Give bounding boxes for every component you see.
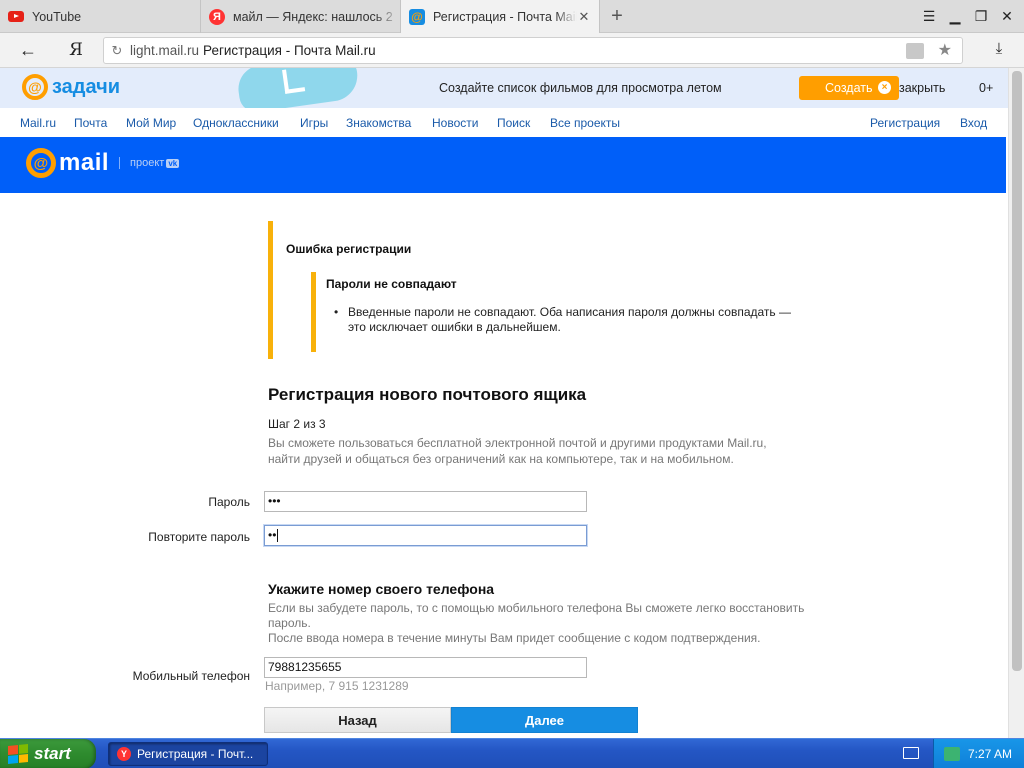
refresh-icon[interactable]: ↻	[104, 43, 130, 59]
start-label: start	[34, 744, 71, 763]
phone-label: Мобильный телефон	[132, 669, 250, 683]
url-domain: light.mail.ru	[130, 43, 200, 58]
promo-create-button[interactable]: Создать ×	[799, 76, 899, 100]
portal-login-link[interactable]: Вход	[960, 116, 987, 130]
promo-close-link[interactable]: закрыть	[899, 81, 945, 95]
repeat-password-field[interactable]: ••	[264, 525, 587, 546]
phone-field[interactable]: 79881235655	[264, 657, 587, 678]
taskbar-window-item[interactable]: Y Регистрация - Почт...	[108, 742, 268, 766]
form-description: Вы сможете пользоваться бесплатной элект…	[268, 436, 767, 466]
portal-link-all-projects[interactable]: Все проекты	[550, 116, 620, 130]
tab-youtube[interactable]: YouTube	[0, 0, 200, 33]
close-window-icon[interactable]: ✕	[996, 5, 1018, 27]
error-box: Ошибка регистрации Пароли не совпадают В…	[268, 221, 828, 359]
tab-registration[interactable]: @ Регистрация - Почта Mail ✕	[400, 0, 600, 33]
portal-link-mailru[interactable]: Mail.ru	[20, 116, 56, 130]
windows-flag-icon	[8, 743, 28, 765]
promo-create-label: Создать	[825, 81, 873, 95]
error-detail-box: Пароли не совпадают Введенные пароли не …	[311, 272, 821, 352]
mail-logo[interactable]: @ mail проект vk	[26, 148, 180, 178]
taskbar-window-label: Регистрация - Почт...	[137, 747, 254, 761]
mail-icon: @	[409, 8, 425, 25]
portal-link-odnoklassniki[interactable]: Одноклассники	[193, 116, 279, 130]
phone-hint: Например, 7 915 1231289	[265, 679, 409, 693]
vk-icon: vk	[166, 158, 180, 168]
portal-link-news[interactable]: Новости	[432, 116, 478, 130]
bookmark-star-icon[interactable]: ★	[938, 40, 952, 60]
close-tab-icon[interactable]: ✕	[577, 9, 591, 25]
system-tray: 7:27 AM	[933, 739, 1024, 768]
portal-link-dating[interactable]: Знакомства	[346, 116, 411, 130]
zadachi-logo-text: задачи	[52, 75, 121, 98]
mail-header: @ mail проект vk	[0, 137, 1006, 193]
yandex-browser-icon: Y	[117, 747, 131, 761]
network-icon[interactable]	[944, 747, 960, 761]
at-logo-icon: @	[26, 148, 56, 178]
zadachi-logo[interactable]: @ задачи	[22, 74, 120, 100]
phone-description: Если вы забудете пароль, то с помощью мо…	[268, 601, 808, 646]
scroll-thumb[interactable]	[1012, 71, 1022, 671]
phone-section-title: Укажите номер своего телефона	[268, 581, 495, 597]
promo-text: Создайте список фильмов для просмотра ле…	[439, 81, 722, 95]
new-tab-button[interactable]: +	[606, 4, 628, 28]
address-bar[interactable]: ↻ light.mail.ru Регистрация - Почта Mail…	[103, 37, 963, 64]
tab-title: майл — Яндекс: нашлось 2	[233, 9, 393, 24]
portal-link-search[interactable]: Поиск	[497, 116, 530, 130]
youtube-icon	[8, 9, 24, 25]
download-icon[interactable]: ⤓	[988, 40, 1010, 62]
portal-register-link[interactable]: Регистрация	[870, 116, 940, 130]
url-page-title: Регистрация - Почта Mail.ru	[203, 43, 376, 58]
logo-divider	[119, 157, 121, 169]
portal-link-moy-mir[interactable]: Мой Мир	[126, 116, 176, 130]
start-button[interactable]: start	[0, 739, 96, 768]
close-circle-icon[interactable]: ×	[878, 81, 891, 94]
tab-title: YouTube	[32, 9, 82, 24]
password-field[interactable]: •••	[264, 491, 587, 512]
yandex-icon: Я	[209, 8, 225, 25]
form-title: Регистрация нового почтового ящика	[268, 385, 587, 404]
keyboard-icon[interactable]	[903, 747, 919, 759]
error-message: Введенные пароли не совпадают. Оба напис…	[334, 305, 808, 335]
browser-tab-strip: YouTube Я майл — Яндекс: нашлось 2 @ Рег…	[0, 0, 1024, 33]
age-rating: 0+	[979, 81, 994, 95]
restore-icon[interactable]: ❐	[970, 5, 992, 27]
address-toolbar: ← Я ↻ light.mail.ru Регистрация - Почта …	[0, 33, 1024, 68]
password-label: Пароль	[208, 495, 250, 509]
portal-nav: Mail.ru Почта Мой Мир Одноклассники Игры…	[0, 108, 1008, 137]
phone-value: 79881235655	[268, 660, 342, 674]
tab-title: Регистрация - Почта Mail	[433, 9, 577, 24]
text-caret	[277, 529, 279, 543]
mail-logo-text: mail	[59, 149, 110, 176]
menu-icon[interactable]: ☰	[918, 5, 940, 27]
clock: 7:27 AM	[968, 747, 1013, 761]
minimize-icon[interactable]: ▁	[944, 5, 966, 27]
page-scrollbar[interactable]	[1008, 68, 1024, 738]
web-page: @ задачи Создайте список фильмов для про…	[0, 68, 1008, 738]
yandex-home-button[interactable]: Я	[66, 39, 86, 61]
back-arrow-icon[interactable]: ←	[16, 39, 40, 61]
phone-description-line: После ввода номера в течение минуты Вам …	[268, 631, 761, 645]
password-value: •••	[268, 494, 281, 508]
repeat-password-value: ••	[268, 528, 277, 542]
taskbar: start Y Регистрация - Почт... 7:27 AM	[0, 738, 1024, 768]
repeat-password-label: Повторите пароль	[148, 530, 250, 544]
step-indicator: Шаг 2 из 3	[268, 417, 326, 431]
portal-link-games[interactable]: Игры	[300, 116, 328, 130]
protect-icon[interactable]	[906, 43, 924, 59]
promo-banner: @ задачи Создайте список фильмов для про…	[0, 68, 1008, 115]
portal-link-pochta[interactable]: Почта	[74, 116, 107, 130]
project-label: проект	[130, 157, 165, 169]
error-title: Ошибка регистрации	[286, 242, 412, 256]
phone-description-line: Если вы забудете пароль, то с помощью мо…	[268, 601, 805, 630]
back-button[interactable]: Назад	[264, 707, 451, 733]
next-button[interactable]: Далее	[451, 707, 638, 733]
at-logo-icon: @	[22, 74, 48, 100]
tab-yandex-search[interactable]: Я майл — Яндекс: нашлось 2	[200, 0, 400, 33]
error-subtitle: Пароли не совпадают	[326, 277, 457, 291]
